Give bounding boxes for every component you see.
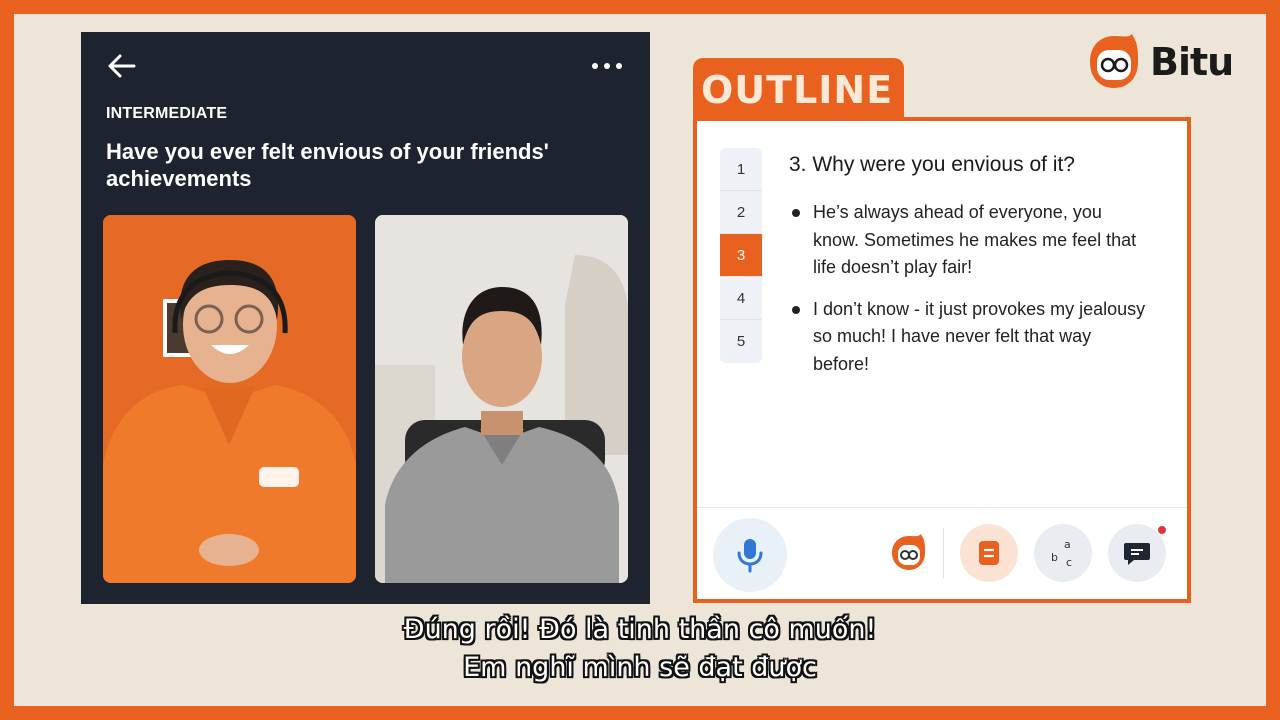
brand-logo: Bitu (1082, 32, 1234, 92)
svg-text:c: c (1066, 556, 1072, 569)
student-video (375, 215, 628, 583)
toolbar-divider (943, 528, 944, 578)
bottom-toolbar: a b c (697, 507, 1187, 599)
question-title: 3. Why were you envious of it? (789, 153, 1075, 176)
outline-tab-label: OUTLINE (701, 68, 894, 112)
answer-list: He’s always ahead of everyone, you know.… (789, 199, 1149, 392)
step-5[interactable]: 5 (720, 320, 762, 363)
step-4[interactable]: 4 (720, 277, 762, 320)
outline-card: 1 2 3 4 5 3. Why were you envious of it?… (693, 117, 1191, 603)
more-options-icon[interactable] (587, 54, 627, 78)
bitu-assistant-icon (892, 534, 925, 570)
step-1[interactable]: 1 (720, 148, 762, 191)
vocabulary-icon: a b c (1051, 538, 1072, 569)
chat-icon (1124, 543, 1150, 565)
notification-dot (1156, 524, 1168, 536)
svg-text:a: a (1064, 538, 1071, 551)
teacher-video (103, 215, 356, 583)
level-label: INTERMEDIATE (106, 105, 228, 122)
microphone-button[interactable] (713, 518, 787, 592)
notes-button[interactable] (960, 524, 1018, 582)
owl-logo-icon (1082, 32, 1142, 92)
bitu-assistant-button[interactable] (879, 524, 937, 582)
svg-text:b: b (1051, 551, 1058, 564)
answer-item: He’s always ahead of everyone, you know.… (789, 199, 1149, 282)
lesson-title: Have you ever felt envious of your frien… (106, 139, 549, 191)
chat-button[interactable] (1108, 524, 1168, 582)
notes-icon (979, 541, 999, 565)
step-2[interactable]: 2 (720, 191, 762, 234)
brand-name: Bitu (1150, 40, 1234, 84)
step-list: 1 2 3 4 5 (720, 148, 762, 363)
vocabulary-button[interactable]: a b c (1034, 524, 1092, 582)
lesson-screen: INTERMEDIATE Have you ever felt envious … (81, 32, 650, 604)
subtitle-line-2: Em nghĩ mình sẽ đạt được (463, 652, 817, 683)
microphone-icon (737, 539, 763, 573)
answer-item: I don’t know - it just provokes my jealo… (789, 296, 1149, 379)
back-arrow-icon[interactable] (106, 50, 138, 82)
step-3[interactable]: 3 (720, 234, 762, 277)
subtitle-line-1: Đúng rồi! Đó là tinh thần cô muốn! (403, 614, 877, 645)
outline-tab: OUTLINE (693, 58, 904, 120)
